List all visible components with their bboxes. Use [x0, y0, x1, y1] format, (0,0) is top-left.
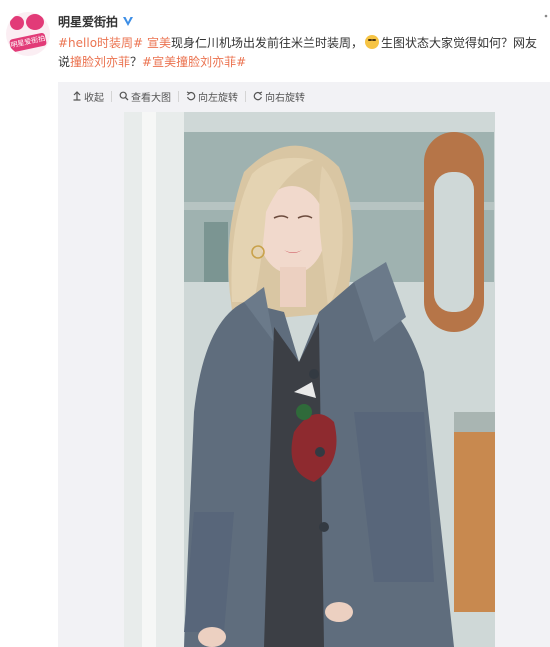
media-panel: 收起 查看大图 向左旋转 向右旋转	[58, 82, 550, 647]
link-lookalike[interactable]: 撞脸刘亦菲	[70, 55, 130, 69]
rotate-left-button[interactable]: 向左旋转	[186, 89, 238, 104]
post-image[interactable]	[124, 112, 495, 647]
rotate-right-button[interactable]: 向右旋转	[253, 89, 305, 104]
photo-illustration	[124, 112, 495, 647]
toolbar-divider	[245, 90, 246, 102]
username[interactable]: 明星爱街拍	[58, 13, 118, 30]
question-mark-text: ？	[130, 55, 143, 69]
rotate-right-icon	[253, 91, 263, 101]
avatar[interactable]: 明星爱街拍	[6, 12, 50, 56]
hashtag-sunmi-lookalike[interactable]: #宣美撞脸刘亦菲#	[142, 55, 246, 69]
mention-sunmi[interactable]: 宣美	[147, 36, 171, 50]
hashtag-hello-fashion-week[interactable]: #hello时装周#	[58, 36, 143, 50]
collapse-label: 收起	[84, 92, 104, 104]
collapse-arrow-icon	[73, 91, 81, 101]
view-large-button[interactable]: 查看大图	[119, 89, 171, 104]
collapse-button[interactable]: 收起	[72, 89, 104, 104]
vip-v-icon	[123, 17, 134, 26]
rotate-right-label: 向右旋转	[265, 92, 305, 104]
toolbar-divider	[178, 90, 179, 102]
view-large-label: 查看大图	[131, 92, 171, 104]
image-toolbar: 收起 查看大图 向左旋转 向右旋转	[58, 82, 550, 110]
more-dots-icon[interactable]	[544, 14, 548, 24]
search-icon	[119, 91, 129, 101]
rotate-left-label: 向左旋转	[198, 92, 238, 104]
avatar-label: 明星爱街拍	[9, 32, 47, 53]
toolbar-divider	[111, 90, 112, 102]
post-text: #hello时装周# 宣美现身仁川机场出发前往米兰时装周， 生图状态大家觉得如何？…	[58, 34, 546, 72]
post-header: 明星爱街拍	[58, 12, 134, 30]
rotate-left-icon	[186, 91, 196, 101]
emoji-icon	[364, 35, 379, 49]
post-body-text: 现身仁川机场出发前往米兰时装周，	[170, 36, 363, 50]
